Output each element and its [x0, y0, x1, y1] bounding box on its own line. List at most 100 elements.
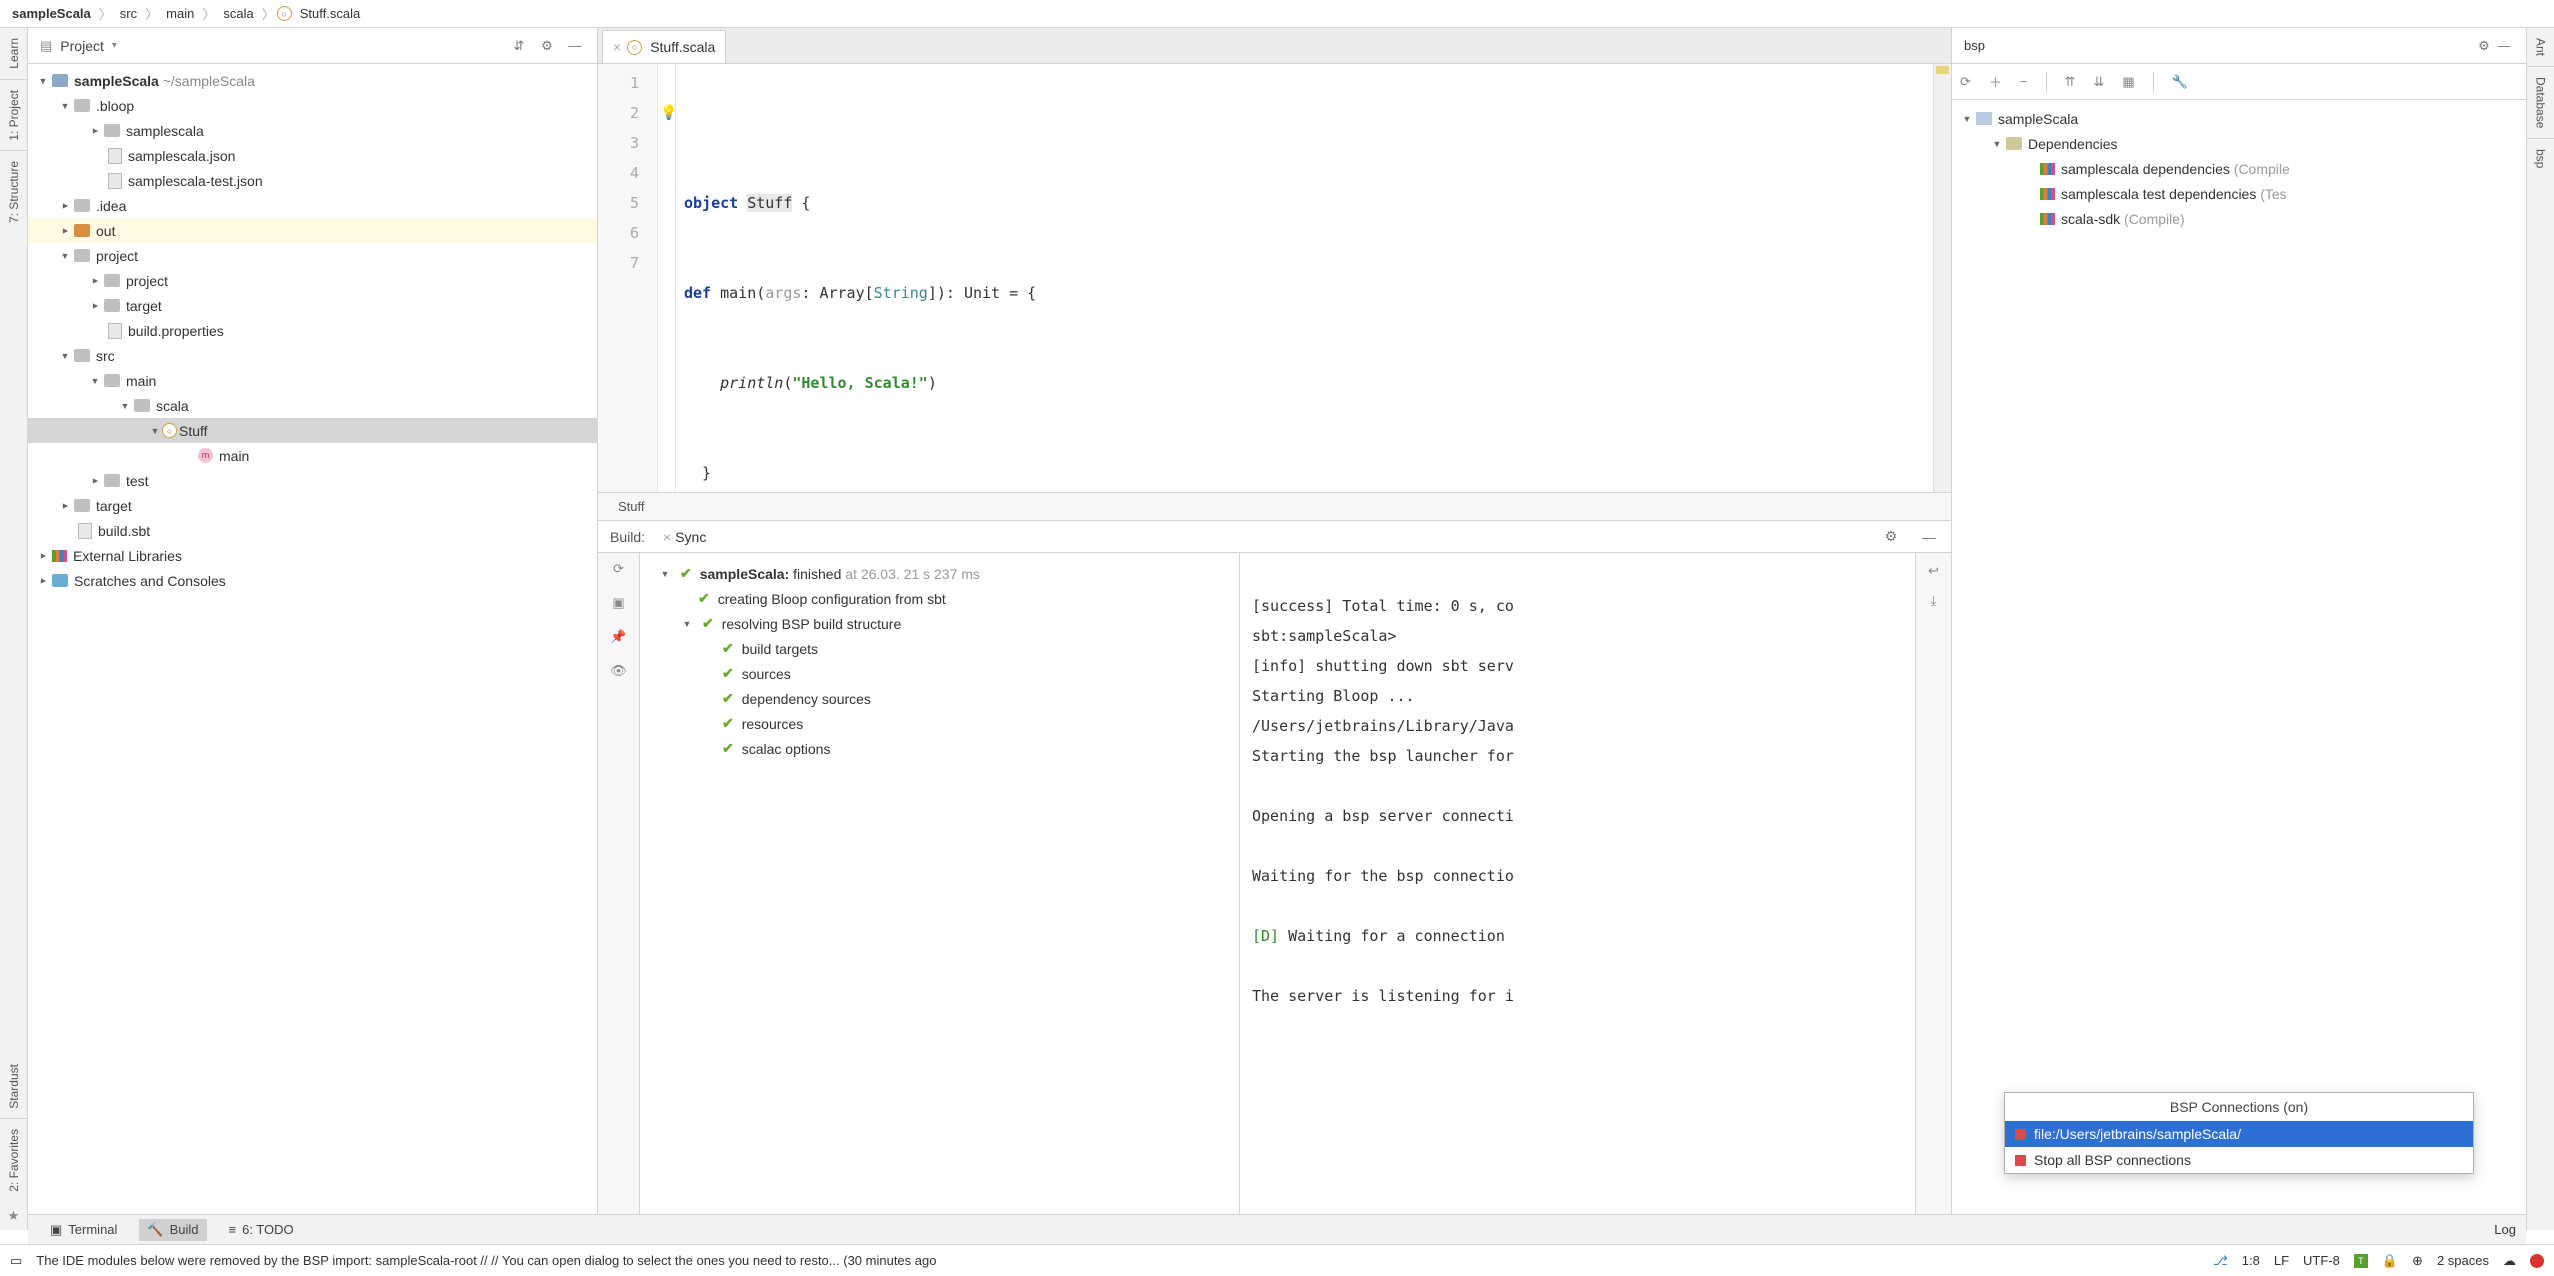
tree-external-libraries[interactable]: ▼External Libraries	[28, 543, 597, 568]
pin-icon[interactable]: 📌	[610, 629, 626, 645]
tree-root[interactable]: ▼sampleScala ~/sampleScala	[28, 68, 597, 93]
sidebar-tab-structure[interactable]: 7: Structure	[5, 151, 23, 233]
build-output[interactable]: [success] Total time: 0 s, cosbt:sampleS…	[1240, 553, 1915, 1230]
sidebar-tab-database[interactable]: Database	[2532, 67, 2550, 138]
bottom-tab-build[interactable]: 🔨Build	[139, 1219, 206, 1241]
refresh-icon[interactable]: ⟳	[1960, 74, 1971, 90]
caret-position[interactable]: 1:8	[2242, 1253, 2260, 1268]
status-message[interactable]: The IDE modules below were removed by th…	[36, 1253, 2198, 1268]
hide-icon[interactable]: —	[2494, 36, 2514, 56]
tree-file[interactable]: samplescala-test.json	[28, 168, 597, 193]
hide-icon[interactable]: —	[565, 36, 585, 56]
build-sync-tab[interactable]: ×Sync	[663, 529, 706, 545]
build-row[interactable]: ✔creating Bloop configuration from sbt	[640, 586, 1239, 611]
editor-breadcrumb[interactable]: Stuff	[598, 492, 1951, 520]
bottom-tab-log[interactable]: Log	[2484, 1214, 2526, 1244]
collapse-icon[interactable]: ⇈	[2065, 74, 2076, 90]
pin-icon[interactable]: ×	[613, 39, 621, 55]
tree-scratches[interactable]: ▼Scratches and Consoles	[28, 568, 597, 593]
tree-object-stuff[interactable]: ▼○Stuff	[28, 418, 597, 443]
line-separator[interactable]: LF	[2274, 1253, 2289, 1268]
tool-window-toggle-icon[interactable]: ▭	[10, 1253, 22, 1269]
project-panel-title[interactable]: Project	[60, 38, 104, 54]
bsp-tree[interactable]: ▼sampleScala ▼Dependencies samplescala d…	[1952, 100, 2526, 1230]
build-row[interactable]: ✔dependency sources	[640, 686, 1239, 711]
tree-folder-idea[interactable]: ▼.idea	[28, 193, 597, 218]
nav-file[interactable]: Stuff.scala	[294, 4, 366, 23]
nav-main[interactable]: main	[160, 4, 200, 23]
scroll-end-icon[interactable]: ⤓	[1931, 593, 1937, 609]
bsp-dep-item[interactable]: scala-sdk (Compile)	[1952, 206, 2526, 231]
highlight-level-icon[interactable]: T	[2354, 1254, 2368, 1268]
tree-folder-scala[interactable]: ▼scala	[28, 393, 597, 418]
bsp-root[interactable]: ▼sampleScala	[1952, 106, 2526, 131]
nav-scala[interactable]: scala	[217, 4, 259, 23]
bsp-dep-item[interactable]: samplescala test dependencies (Tes	[1952, 181, 2526, 206]
tree-file[interactable]: samplescala.json	[28, 143, 597, 168]
build-row[interactable]: ✔sources	[640, 661, 1239, 686]
sidebar-tab-stardust[interactable]: Stardust	[5, 1054, 23, 1119]
sidebar-tab-project[interactable]: 1: Project	[5, 80, 23, 151]
settings-sync-icon[interactable]: ☁	[2503, 1253, 2516, 1269]
tree-file[interactable]: build.properties	[28, 318, 597, 343]
nav-root[interactable]: sampleScala	[6, 4, 97, 23]
intention-bulb-icon[interactable]: 💡	[660, 98, 677, 128]
build-row[interactable]: ✔build targets	[640, 636, 1239, 661]
tree-folder-test[interactable]: ▼test	[28, 468, 597, 493]
module-icon[interactable]: ▦	[2122, 74, 2134, 90]
collapse-icon[interactable]: ⇵	[509, 36, 529, 56]
tree-folder-bloop[interactable]: ▼.bloop	[28, 93, 597, 118]
bsp-dependencies[interactable]: ▼Dependencies	[1952, 131, 2526, 156]
git-icon[interactable]: ⎇	[2213, 1253, 2228, 1269]
tree-folder[interactable]: ▼project	[28, 268, 597, 293]
tree-folder-target[interactable]: ▼target	[28, 493, 597, 518]
build-row[interactable]: ▼✔resolving BSP build structure	[640, 611, 1239, 636]
expand-icon[interactable]: ⇊	[2093, 74, 2104, 90]
add-icon[interactable]: ＋	[1989, 72, 2002, 91]
code-body[interactable]: 💡 object Stuff { def main(args: Array[St…	[676, 64, 1933, 492]
gear-icon[interactable]: ⚙	[537, 36, 557, 56]
project-tree[interactable]: ▼sampleScala ~/sampleScala ▼.bloop ▼samp…	[28, 64, 597, 1230]
tree-folder[interactable]: ▼samplescala	[28, 118, 597, 143]
gear-icon[interactable]: ⚙	[2474, 36, 2494, 56]
tree-folder-out[interactable]: ▼out	[28, 218, 597, 243]
tree-folder-src[interactable]: ▼src	[28, 343, 597, 368]
sidebar-tab-ant[interactable]: Ant	[2532, 28, 2550, 66]
bottom-tab-terminal[interactable]: ▣Terminal	[42, 1219, 125, 1241]
tree-folder[interactable]: ▼target	[28, 293, 597, 318]
memory-indicator-icon[interactable]: ⊕	[2412, 1253, 2423, 1269]
line-number-gutter[interactable]: 1234567	[598, 64, 658, 492]
wrench-icon[interactable]: 🔧	[2172, 74, 2188, 90]
gear-icon[interactable]: ⚙	[1881, 527, 1901, 547]
code-editor[interactable]: 1234567 💡 object Stuff { def main(args: …	[598, 64, 1951, 492]
lock-icon[interactable]: 🔒	[2382, 1253, 2398, 1269]
sidebar-tab-favorites[interactable]: 2: Favorites	[5, 1119, 23, 1202]
sidebar-tab-bsp[interactable]: bsp	[2532, 139, 2550, 178]
stop-icon[interactable]: ▣	[612, 595, 624, 611]
fold-gutter[interactable]	[658, 64, 676, 492]
build-row[interactable]: ✔scalac options	[640, 736, 1239, 761]
build-tree[interactable]: ▼✔sampleScala: finished at 26.03. 21 s 2…	[640, 553, 1240, 1230]
hide-icon[interactable]: —	[1919, 527, 1939, 547]
error-stripe[interactable]	[1933, 64, 1951, 492]
nav-src[interactable]: src	[114, 4, 143, 23]
popup-item-connection[interactable]: file:/Users/jetbrains/sampleScala/	[2005, 1121, 2473, 1147]
sidebar-tab-learn[interactable]: Learn	[5, 28, 23, 79]
build-row-root[interactable]: ▼✔sampleScala: finished at 26.03. 21 s 2…	[640, 561, 1239, 586]
bottom-tab-todo[interactable]: ≡6: TODO	[221, 1219, 302, 1240]
tree-method-main[interactable]: mmain	[28, 443, 597, 468]
indent-indicator[interactable]: 2 spaces	[2437, 1253, 2489, 1268]
tree-folder-main[interactable]: ▼main	[28, 368, 597, 393]
remove-icon[interactable]: −	[2020, 74, 2028, 89]
popup-item-stop-all[interactable]: Stop all BSP connections	[2005, 1147, 2473, 1173]
fatal-error-icon[interactable]	[2530, 1254, 2544, 1268]
build-row[interactable]: ✔resources	[640, 711, 1239, 736]
refresh-icon[interactable]: ⟳	[613, 561, 624, 577]
dropdown-icon[interactable]: ▾	[112, 40, 117, 51]
tree-folder-project[interactable]: ▼project	[28, 243, 597, 268]
tree-file-buildsbt[interactable]: build.sbt	[28, 518, 597, 543]
soft-wrap-icon[interactable]: ↩	[1928, 563, 1939, 579]
eye-icon[interactable]: 👁	[610, 663, 627, 679]
file-encoding[interactable]: UTF-8	[2303, 1253, 2340, 1268]
bsp-dep-item[interactable]: samplescala dependencies (Compile	[1952, 156, 2526, 181]
